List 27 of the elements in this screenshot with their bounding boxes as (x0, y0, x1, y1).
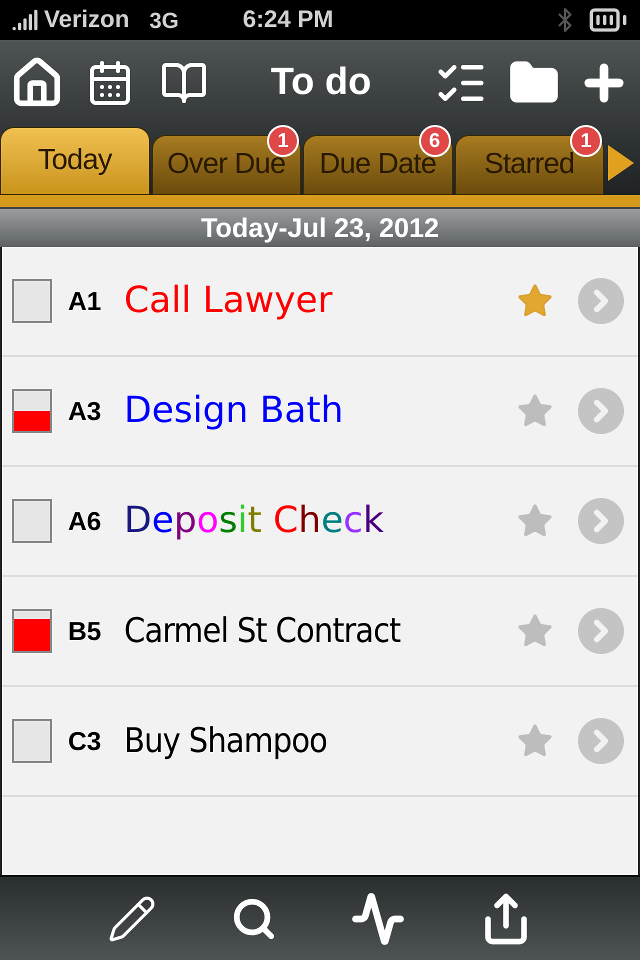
tab[interactable]: Today (0, 127, 150, 195)
priority-label: A3 (68, 394, 102, 428)
task-title: Deposit Check (124, 499, 385, 543)
section-header: Today-Jul 23, 2012 (0, 207, 640, 247)
checkbox[interactable] (12, 719, 52, 763)
pulse-icon[interactable] (351, 892, 405, 946)
checkbox[interactable] (12, 279, 52, 323)
screen-title: To do (270, 60, 372, 105)
pencil-icon[interactable] (107, 894, 157, 944)
count-badge: 6 (418, 125, 450, 157)
signal-icon (12, 7, 38, 33)
checkbox[interactable] (12, 499, 52, 543)
clock: 6:24 PM (242, 5, 334, 35)
carrier-label: Verizon (44, 5, 130, 35)
priority-label: C3 (68, 724, 102, 758)
task-title: Design Bath (124, 389, 344, 433)
task-title: Call Lawyer (124, 279, 334, 323)
priority-label: B5 (68, 614, 102, 648)
network-label: 3G (149, 6, 179, 34)
count-badge: 1 (267, 125, 299, 157)
task-title: Carmel St Contract (124, 610, 402, 652)
priority-label: A1 (68, 284, 102, 318)
task-title: Buy Shampoo (124, 720, 328, 762)
next-tabs-arrow[interactable] (606, 143, 636, 183)
checkbox[interactable] (12, 389, 52, 433)
priority-label: A6 (68, 504, 102, 538)
checkbox[interactable] (12, 609, 52, 653)
